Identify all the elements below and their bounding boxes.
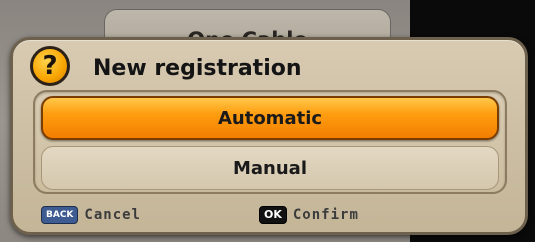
back-key-icon: BACK — [41, 206, 79, 224]
cancel-label: Cancel — [84, 207, 141, 223]
option-automatic[interactable]: Automatic — [41, 96, 499, 140]
question-icon: ? — [30, 46, 70, 86]
confirm-hint[interactable]: OK Confirm — [259, 206, 359, 224]
option-manual[interactable]: Manual — [41, 146, 499, 190]
ok-key-icon: OK — [259, 206, 287, 224]
registration-dialog: ? New registration Automatic Manual BACK… — [10, 37, 528, 235]
options-list: Automatic Manual — [33, 90, 507, 194]
cancel-hint[interactable]: BACK Cancel — [41, 206, 141, 224]
dialog-footer: BACK Cancel OK Confirm — [13, 202, 525, 230]
confirm-label: Confirm — [292, 207, 359, 223]
dialog-title: New registration — [93, 56, 302, 81]
